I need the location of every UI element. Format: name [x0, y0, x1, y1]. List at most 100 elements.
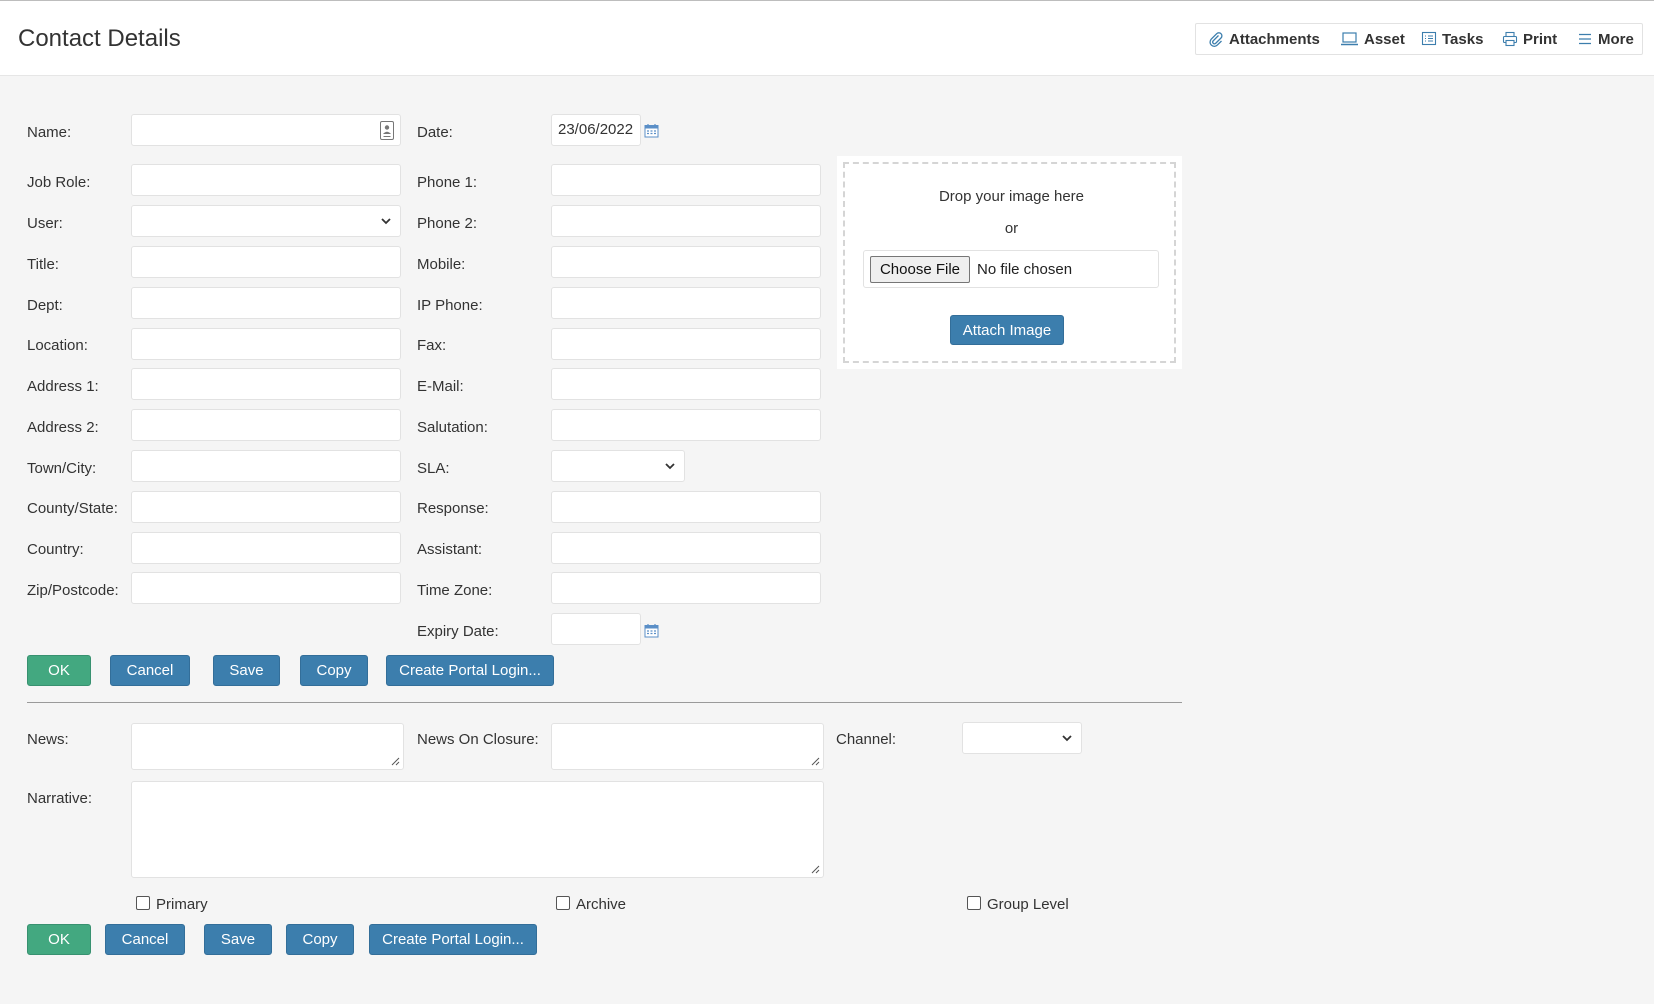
address1-input[interactable]	[131, 368, 401, 400]
contact-card-icon[interactable]	[380, 121, 394, 140]
image-drop-zone[interactable]: Drop your image here or Choose File No f…	[843, 162, 1176, 363]
archive-label: Archive	[576, 896, 627, 913]
print-label: Print	[1523, 30, 1558, 48]
toolbar: Attachments Asset Tasks Print More	[1195, 23, 1643, 55]
mobile-label: Mobile:	[417, 256, 466, 273]
asset-button[interactable]: Asset	[1340, 24, 1405, 54]
create-portal-login-button[interactable]: Create Portal Login...	[369, 924, 537, 955]
narrative-textarea[interactable]	[131, 781, 824, 878]
expiry-date-input[interactable]	[551, 613, 641, 645]
fax-label: Fax:	[417, 337, 447, 354]
hamburger-icon	[1579, 33, 1591, 45]
save-button[interactable]: Save	[213, 655, 280, 686]
fax-input[interactable]	[551, 328, 821, 360]
print-button[interactable]: Print	[1502, 24, 1557, 54]
sla-select[interactable]	[551, 450, 685, 482]
user-label: User:	[27, 215, 63, 232]
no-file-text: No file chosen	[977, 261, 1073, 278]
county-state-label: County/State:	[27, 500, 118, 517]
dept-input[interactable]	[131, 287, 401, 319]
narrative-label: Narrative:	[27, 790, 93, 807]
title-input[interactable]	[131, 246, 401, 278]
resize-grip-icon[interactable]	[810, 756, 820, 766]
ip-phone-label: IP Phone:	[417, 297, 483, 314]
chevron-down-icon	[381, 218, 391, 225]
news-textarea[interactable]	[131, 723, 404, 770]
copy-button[interactable]: Copy	[300, 655, 368, 686]
primary-checkbox[interactable]: Primary	[136, 895, 208, 913]
chevron-down-icon	[1062, 735, 1072, 742]
group-level-checkbox-box[interactable]	[967, 895, 981, 910]
primary-label: Primary	[156, 896, 208, 913]
cancel-button[interactable]: Cancel	[110, 655, 190, 686]
more-label: More	[1598, 30, 1634, 48]
archive-checkbox[interactable]: Archive	[556, 895, 627, 913]
attach-image-button[interactable]: Attach Image	[950, 315, 1064, 345]
location-input[interactable]	[131, 328, 401, 360]
address2-input[interactable]	[131, 409, 401, 441]
zip-input[interactable]	[131, 572, 401, 604]
job-role-input[interactable]	[131, 164, 401, 196]
news-on-closure-textarea[interactable]	[551, 723, 824, 770]
county-state-input[interactable]	[131, 491, 401, 523]
title-label: Title:	[27, 256, 59, 273]
file-input: Choose File No file chosen	[863, 250, 1159, 288]
primary-checkbox-box[interactable]	[136, 895, 150, 910]
town-city-input[interactable]	[131, 450, 401, 482]
tasks-label: Tasks	[1442, 30, 1484, 48]
group-level-checkbox[interactable]: Group Level	[967, 895, 1069, 913]
phone1-input[interactable]	[551, 164, 821, 196]
resize-grip-icon[interactable]	[390, 756, 400, 766]
channel-select[interactable]	[962, 722, 1082, 754]
cancel-button[interactable]: Cancel	[105, 924, 185, 955]
ip-phone-input[interactable]	[551, 287, 821, 319]
tasks-button[interactable]: Tasks	[1421, 24, 1483, 54]
expiry-date-label: Expiry Date:	[417, 623, 499, 640]
attachments-label: Attachments	[1229, 30, 1320, 48]
news-on-closure-label: News On Closure:	[417, 731, 539, 748]
name-field[interactable]	[131, 114, 401, 146]
job-role-label: Job Role:	[27, 174, 91, 191]
section-divider	[27, 702, 1182, 703]
asset-label: Asset	[1364, 30, 1405, 48]
ok-button[interactable]: OK	[27, 655, 91, 686]
drop-text: Drop your image here	[938, 188, 1085, 205]
zip-label: Zip/Postcode:	[27, 582, 119, 599]
archive-checkbox-box[interactable]	[556, 895, 570, 910]
or-text: or	[1004, 220, 1019, 237]
paperclip-icon	[1209, 32, 1223, 47]
chevron-down-icon	[665, 463, 675, 470]
time-zone-label: Time Zone:	[417, 582, 493, 599]
create-portal-login-button[interactable]: Create Portal Login...	[386, 655, 554, 686]
calendar-icon[interactable]	[644, 623, 659, 638]
country-label: Country:	[27, 541, 84, 558]
user-select[interactable]	[131, 205, 401, 237]
phone2-label: Phone 2:	[417, 215, 478, 232]
copy-button[interactable]: Copy	[286, 924, 354, 955]
date-input[interactable]: 23/06/2022	[551, 114, 641, 146]
ok-button[interactable]: OK	[27, 924, 91, 955]
attachments-button[interactable]: Attachments	[1208, 24, 1320, 54]
resize-grip-icon[interactable]	[810, 864, 820, 874]
assistant-input[interactable]	[551, 532, 821, 564]
town-city-label: Town/City:	[27, 460, 97, 477]
group-level-label: Group Level	[987, 896, 1069, 913]
choose-file-button[interactable]: Choose File	[870, 256, 970, 283]
salutation-input[interactable]	[551, 409, 821, 441]
printer-icon	[1502, 31, 1518, 47]
phone2-input[interactable]	[551, 205, 821, 237]
response-input[interactable]	[551, 491, 821, 523]
email-input[interactable]	[551, 368, 821, 400]
news-label: News:	[27, 731, 69, 748]
more-button[interactable]: More	[1577, 24, 1634, 54]
address1-label: Address 1:	[27, 378, 99, 395]
calendar-icon[interactable]	[644, 123, 659, 138]
save-button[interactable]: Save	[204, 924, 272, 955]
date-label: Date:	[417, 124, 453, 141]
address2-label: Address 2:	[27, 419, 99, 436]
time-zone-input[interactable]	[551, 572, 821, 604]
email-label: E-Mail:	[417, 378, 464, 395]
salutation-label: Salutation:	[417, 419, 488, 436]
mobile-input[interactable]	[551, 246, 821, 278]
country-input[interactable]	[131, 532, 401, 564]
